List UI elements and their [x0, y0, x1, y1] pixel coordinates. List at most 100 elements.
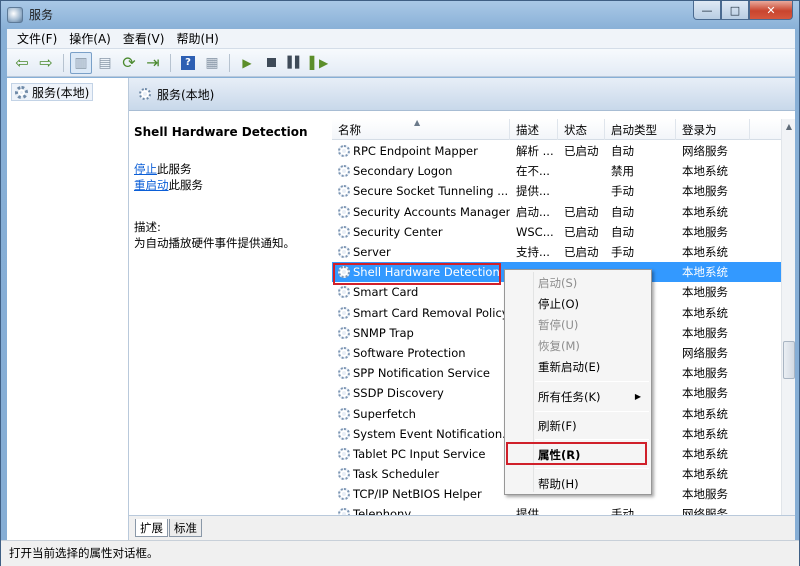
close-button[interactable]: ✕	[749, 1, 793, 20]
panel-title: 服务(本地)	[157, 87, 215, 102]
menu-view[interactable]: 查看(V)	[117, 30, 171, 47]
service-name-label: Smart Card Removal Policy	[353, 305, 509, 320]
table-row[interactable]: Security Center WSC... 已启动 自动 本地服务	[332, 222, 781, 242]
service-status-cell: 已启动	[564, 224, 599, 239]
table-row[interactable]: Secure Socket Tunneling ... 提供... 手动 本地服务	[332, 181, 781, 201]
column-header-status[interactable]: 状态	[558, 119, 605, 140]
service-startup-type-cell: 自动	[611, 224, 634, 239]
service-gear-icon	[338, 407, 350, 420]
menu-item-stop[interactable]: 停止(O)	[507, 293, 649, 314]
stop-service-link[interactable]: 停止	[134, 162, 157, 176]
service-gear-icon	[338, 387, 350, 400]
service-gear-icon	[338, 306, 350, 319]
table-row[interactable]: RPC Endpoint Mapper 解析 ... 已启动 自动 网络服务	[332, 141, 781, 161]
start-service-icon[interactable]: ▶	[236, 52, 258, 74]
tab-extended[interactable]: 扩展	[135, 519, 168, 537]
service-name-cell: Security Center	[332, 225, 510, 239]
menu-item-restart[interactable]: 重新启动(E)	[507, 356, 649, 377]
maximize-button[interactable]: □	[721, 1, 749, 20]
service-description-cell: 解析 ...	[516, 144, 554, 159]
status-bar: 打开当前选择的属性对话框。	[1, 540, 799, 566]
restart-service-link[interactable]: 重启动	[134, 178, 169, 192]
service-gear-icon	[338, 246, 350, 259]
column-header-description[interactable]: 描述	[510, 119, 558, 140]
service-log-on-as-cell: 本地系统	[682, 426, 728, 441]
service-name-label: Secure Socket Tunneling ...	[353, 184, 509, 199]
sort-ascending-icon: ▲	[414, 118, 421, 127]
show-hide-console-tree-icon[interactable]: ▥	[70, 51, 92, 74]
service-log-on-as-cell: 本地服务	[682, 285, 728, 300]
properties-sheet-icon[interactable]: ▤	[94, 52, 116, 74]
toolbar: ⇦ ⇨ ▥ ▤ ⟳ ⇥ ? ▦ ▶ ▌▌ ▌▶	[7, 49, 795, 77]
menu-item-pause: 暂停(U)	[538, 317, 579, 332]
menu-item-help[interactable]: 帮助(H)	[507, 473, 649, 494]
scroll-up-icon[interactable]: ▲	[782, 119, 795, 133]
tab-standard[interactable]: 标准	[169, 519, 202, 537]
service-gear-icon	[338, 346, 350, 359]
service-name-cell: Secondary Logon	[332, 164, 510, 178]
service-log-on-as-cell: 本地服务	[682, 366, 728, 381]
menu-item-refresh[interactable]: 刷新(F)	[507, 415, 649, 436]
column-header-startup-type[interactable]: 启动类型	[605, 119, 676, 140]
service-startup-type-cell: 自动	[611, 144, 634, 159]
service-log-on-as-cell: 本地系统	[682, 265, 728, 280]
stop-service-line: 停止此服务	[134, 161, 324, 177]
title-bar[interactable]: 服务 — □ ✕	[1, 1, 799, 29]
service-log-on-as-cell: 本地系统	[682, 204, 728, 219]
service-name-label: TCP/IP NetBIOS Helper	[353, 487, 482, 502]
column-header-log-on-as[interactable]: 登录为	[676, 119, 750, 140]
pause-service-icon[interactable]: ▌▌	[284, 52, 306, 74]
stop-service-icon[interactable]	[260, 52, 282, 74]
menu-help[interactable]: 帮助(H)	[170, 30, 224, 47]
list-header: ▲ 名称 描述 状态 启动类型 登录为	[332, 118, 781, 140]
table-row[interactable]: Server 支持... 已启动 手动 本地系统	[332, 242, 781, 262]
service-detail-pane: Shell Hardware Detection 停止此服务 重启动此服务 描述…	[129, 111, 332, 515]
view-tabs: 扩展 标准	[129, 515, 795, 540]
table-row[interactable]: Security Accounts Manager 启动... 已启动 自动 本地系统	[332, 202, 781, 222]
service-description-cell: 启动...	[516, 204, 550, 219]
table-row[interactable]: Telephony 提供... 手动 网络服务	[332, 504, 781, 515]
vertical-scrollbar[interactable]: ▲	[781, 119, 795, 515]
menu-file[interactable]: 文件(F)	[11, 30, 63, 47]
service-status-cell: 已启动	[564, 144, 599, 159]
service-description-cell: 提供...	[516, 184, 550, 199]
service-name-label: Secondary Logon	[353, 164, 453, 179]
menu-action[interactable]: 操作(A)	[63, 30, 117, 47]
service-log-on-as-cell: 本地服务	[682, 325, 728, 340]
service-startup-type-cell: 禁用	[611, 164, 634, 179]
toolbar-separator	[63, 53, 64, 72]
refresh-icon[interactable]: ⟳	[118, 52, 140, 74]
service-name-cell: Smart Card	[332, 285, 510, 299]
forward-arrow-icon[interactable]: ⇨	[35, 52, 57, 74]
minimize-button[interactable]: —	[693, 1, 721, 20]
menu-bar: 文件(F) 操作(A) 查看(V) 帮助(H)	[7, 29, 795, 49]
back-arrow-icon[interactable]: ⇦	[11, 52, 33, 74]
service-name-label: Security Center	[353, 224, 443, 239]
service-name-label: Task Scheduler	[353, 467, 440, 482]
tree-item-services-local[interactable]: 服务(本地)	[11, 83, 94, 101]
properties-highlight-box	[506, 442, 647, 465]
service-name-cell: System Event Notification...	[332, 427, 510, 441]
help-book-icon[interactable]: ?	[177, 52, 199, 74]
export-list-icon[interactable]: ⇥	[142, 52, 164, 74]
restart-service-suffix: 此服务	[168, 178, 204, 192]
service-log-on-as-cell: 本地服务	[682, 386, 728, 401]
service-log-on-as-cell: 本地系统	[682, 406, 728, 421]
service-name-cell: Task Scheduler	[332, 467, 510, 481]
service-gear-icon	[338, 367, 350, 380]
menu-item-all-tasks[interactable]: 所有任务(K) ▶	[507, 386, 649, 407]
service-name-cell: SNMP Trap	[332, 326, 510, 340]
restart-service-icon[interactable]: ▌▶	[308, 52, 330, 74]
column-header-name[interactable]: ▲ 名称	[332, 118, 510, 140]
scrollbar-thumb[interactable]	[783, 341, 795, 379]
service-name-label: Superfetch	[353, 406, 416, 421]
service-name-cell: TCP/IP NetBIOS Helper	[332, 487, 510, 501]
show-action-pane-icon[interactable]: ▦	[201, 52, 223, 74]
service-log-on-as-cell: 本地服务	[682, 224, 728, 239]
service-log-on-as-cell: 网络服务	[682, 144, 728, 159]
table-row[interactable]: Secondary Logon 在不... 禁用 本地系统	[332, 161, 781, 181]
service-description-cell: WSC...	[516, 224, 554, 239]
service-log-on-as-cell: 本地服务	[682, 487, 728, 502]
service-name-cell: Telephony	[332, 507, 510, 515]
service-name-cell: Server	[332, 245, 510, 259]
